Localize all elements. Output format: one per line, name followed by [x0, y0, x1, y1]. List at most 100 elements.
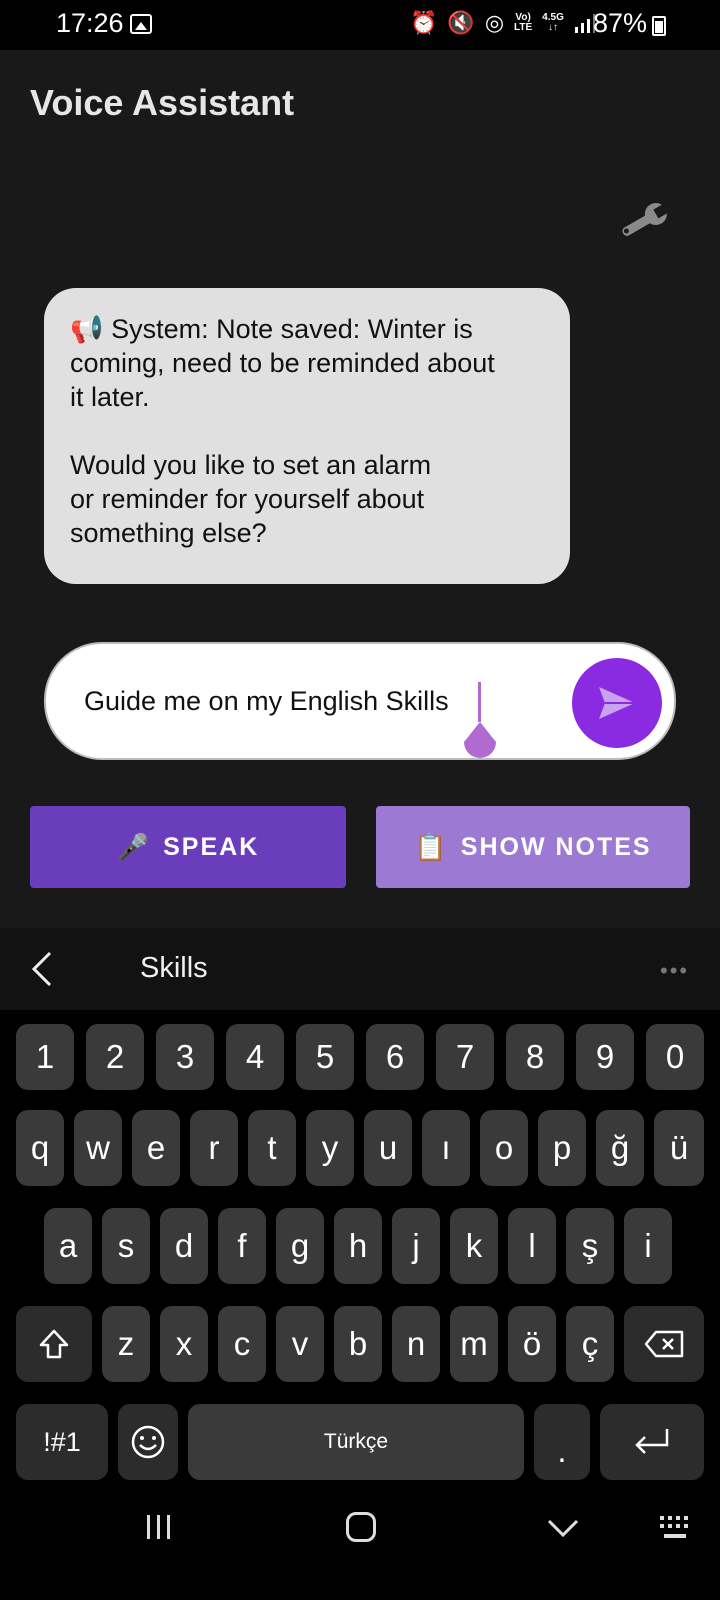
suggestion-word[interactable]: Skills: [140, 952, 208, 985]
key[interactable]: 1: [16, 1024, 74, 1090]
key[interactable]: 3: [156, 1024, 214, 1090]
gallery-notification-icon: [130, 14, 152, 34]
text-cursor: [478, 682, 481, 722]
app-screen: Voice Assistant 📢 System: Note saved: Wi…: [0, 50, 720, 928]
message-line: Would you like to set an alarm: [70, 450, 432, 480]
volte-icon: Vo) LTE: [514, 13, 532, 33]
space-key[interactable]: Türkçe: [188, 1404, 524, 1480]
key[interactable]: a: [44, 1208, 92, 1284]
keyboard-suggestion-bar: Skills •••: [0, 928, 720, 1010]
key[interactable]: k: [450, 1208, 498, 1284]
cursor-handle[interactable]: [462, 722, 498, 762]
speak-label: SPEAK: [163, 832, 260, 861]
smiley-icon: [131, 1425, 165, 1459]
alarm-icon: ⏰: [410, 10, 438, 35]
wrench-icon[interactable]: [612, 202, 672, 242]
key[interactable]: d: [160, 1208, 208, 1284]
assistant-message-bubble: 📢 System: Note saved: Winter is coming, …: [44, 288, 570, 584]
message-line: it later.: [70, 382, 150, 412]
keyboard-switch-icon[interactable]: [658, 1514, 694, 1542]
network-type-icon: 4.5G ↓↑: [542, 12, 564, 33]
more-options-icon[interactable]: •••: [660, 958, 689, 984]
bottom-letter-row: z x c v b n m ö ç: [0, 1306, 720, 1382]
key[interactable]: b: [334, 1306, 382, 1382]
key[interactable]: z: [102, 1306, 150, 1382]
backspace-icon: [644, 1330, 684, 1358]
key[interactable]: g: [276, 1208, 324, 1284]
status-bar: 17:26 ⏰ 🔇 ◎ Vo) LTE 4.5G ↓↑ 87%: [0, 0, 720, 50]
home-letter-row: a s d f g h j k l ş i: [0, 1208, 720, 1284]
chevron-left-icon[interactable]: [30, 950, 54, 988]
key[interactable]: ı: [422, 1110, 470, 1186]
shift-icon: [39, 1329, 69, 1359]
key[interactable]: r: [190, 1110, 238, 1186]
message-line: coming, need to be reminded about: [70, 348, 495, 378]
key[interactable]: 7: [436, 1024, 494, 1090]
key[interactable]: 4: [226, 1024, 284, 1090]
key[interactable]: ş: [566, 1208, 614, 1284]
network-type-label: 4.5G: [542, 12, 564, 23]
key[interactable]: l: [508, 1208, 556, 1284]
key[interactable]: q: [16, 1110, 64, 1186]
enter-key[interactable]: [600, 1404, 704, 1480]
clipboard-icon: 📋: [414, 831, 449, 862]
key[interactable]: 2: [86, 1024, 144, 1090]
volte-label-bottom: LTE: [514, 22, 533, 33]
message-line: 📢 System: Note saved: Winter is: [70, 314, 473, 344]
key[interactable]: ö: [508, 1306, 556, 1382]
key[interactable]: x: [160, 1306, 208, 1382]
key[interactable]: o: [480, 1110, 528, 1186]
enter-icon: [635, 1429, 669, 1454]
recent-apps-icon[interactable]: [144, 1512, 174, 1542]
message-input-value[interactable]: Guide me on my English Skills: [84, 686, 449, 717]
key[interactable]: m: [450, 1306, 498, 1382]
keyboard: 1 2 3 4 5 6 7 8 9 0 q w e r t y u ı o p …: [0, 1010, 720, 1490]
emoji-key[interactable]: [118, 1404, 178, 1480]
key[interactable]: n: [392, 1306, 440, 1382]
key[interactable]: f: [218, 1208, 266, 1284]
message-line: something else?: [70, 518, 267, 548]
mute-icon: 🔇: [447, 10, 475, 35]
status-icons: ⏰ 🔇 ◎ Vo) LTE 4.5G ↓↑: [410, 12, 596, 34]
key[interactable]: 9: [576, 1024, 634, 1090]
home-icon[interactable]: [346, 1512, 376, 1542]
shift-key[interactable]: [16, 1306, 92, 1382]
key[interactable]: y: [306, 1110, 354, 1186]
send-button[interactable]: [572, 658, 662, 748]
key[interactable]: c: [218, 1306, 266, 1382]
key[interactable]: 8: [506, 1024, 564, 1090]
send-icon: [599, 687, 635, 719]
speak-button[interactable]: 🎤 SPEAK: [30, 806, 346, 888]
hide-keyboard-icon[interactable]: [546, 1518, 580, 1538]
key[interactable]: h: [334, 1208, 382, 1284]
number-row: 1 2 3 4 5 6 7 8 9 0: [0, 1024, 720, 1090]
show-notes-button[interactable]: 📋 SHOW NOTES: [376, 806, 690, 888]
battery-charging-icon: [652, 16, 666, 36]
microphone-icon: 🎤: [116, 831, 152, 862]
period-key[interactable]: .: [534, 1404, 590, 1480]
key[interactable]: ç: [566, 1306, 614, 1382]
key[interactable]: 6: [366, 1024, 424, 1090]
key[interactable]: p: [538, 1110, 586, 1186]
key[interactable]: ü: [654, 1110, 704, 1186]
function-row: !#1 Türkçe .: [0, 1404, 720, 1480]
key[interactable]: w: [74, 1110, 122, 1186]
message-line: or reminder for yourself about: [70, 484, 425, 514]
battery-percentage: 87%: [593, 8, 648, 38]
key[interactable]: ğ: [596, 1110, 644, 1186]
navigation-bar: [0, 1490, 720, 1600]
key[interactable]: j: [392, 1208, 440, 1284]
key[interactable]: s: [102, 1208, 150, 1284]
key[interactable]: i: [624, 1208, 672, 1284]
key[interactable]: t: [248, 1110, 296, 1186]
hotspot-icon: ◎: [484, 10, 505, 35]
key[interactable]: u: [364, 1110, 412, 1186]
key[interactable]: e: [132, 1110, 180, 1186]
key[interactable]: v: [276, 1306, 324, 1382]
key[interactable]: 0: [646, 1024, 704, 1090]
show-notes-label: SHOW NOTES: [460, 832, 652, 861]
symbols-key[interactable]: !#1: [16, 1404, 108, 1480]
key[interactable]: 5: [296, 1024, 354, 1090]
backspace-key[interactable]: [624, 1306, 704, 1382]
message-input[interactable]: Guide me on my English Skills: [44, 642, 676, 760]
